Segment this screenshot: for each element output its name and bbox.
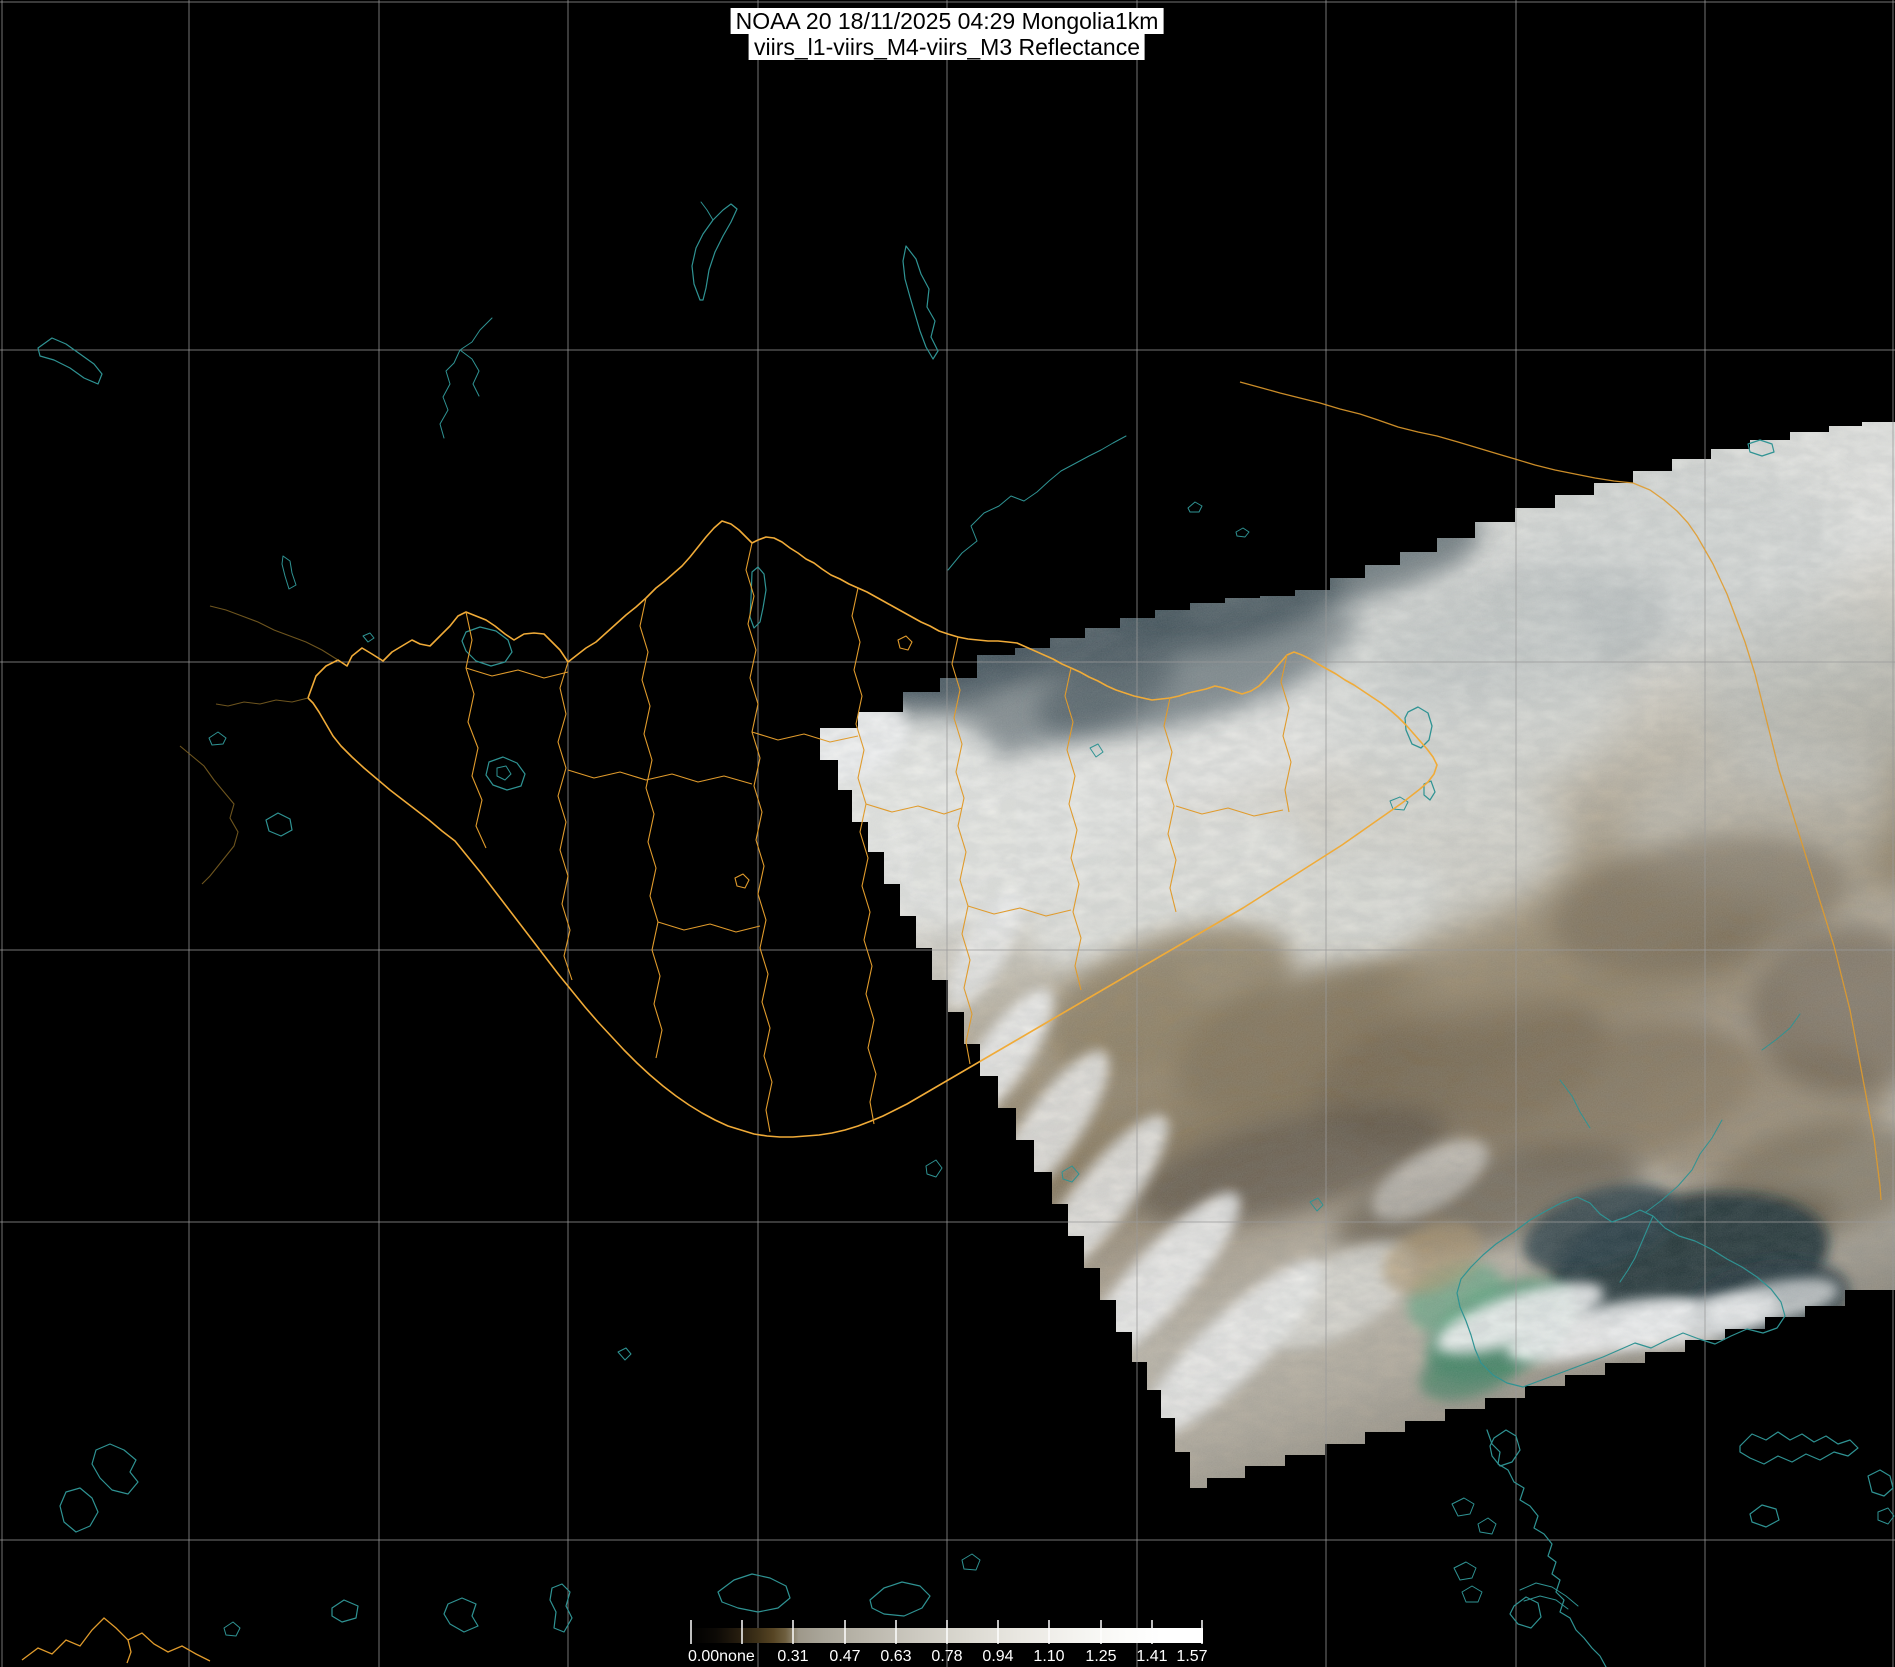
map-canvas: 0.00none 0.31 0.47 0.63 0.78 0.94 1.10 1.25 1.41… bbox=[0, 0, 1895, 1667]
colorbar-label: 0.94 bbox=[982, 1648, 1013, 1665]
colorbar-label: 0.78 bbox=[931, 1648, 962, 1665]
image-title: NOAA 20 18/11/2025 04:29 Mongolia1km vii… bbox=[731, 8, 1164, 60]
colorbar-label: 0.31 bbox=[777, 1648, 808, 1665]
satellite-map-viewport: 0.00none 0.31 0.47 0.63 0.78 0.94 1.10 1.25 1.41… bbox=[0, 0, 1895, 1667]
colorbar-label: 1.57 bbox=[1176, 1648, 1207, 1665]
colorbar-label: 1.10 bbox=[1033, 1648, 1064, 1665]
title-line-2: viirs_l1-viirs_M4-viirs_M3 Reflectance bbox=[749, 34, 1145, 60]
colorbar-label: 1.25 bbox=[1085, 1648, 1116, 1665]
colorbar-label: 1.41 bbox=[1136, 1648, 1167, 1665]
colorbar-label: 0.63 bbox=[880, 1648, 911, 1665]
colorbar-label: 0.00none bbox=[688, 1648, 755, 1665]
title-line-1: NOAA 20 18/11/2025 04:29 Mongolia1km bbox=[731, 8, 1164, 34]
colorbar-label: 0.47 bbox=[829, 1648, 860, 1665]
